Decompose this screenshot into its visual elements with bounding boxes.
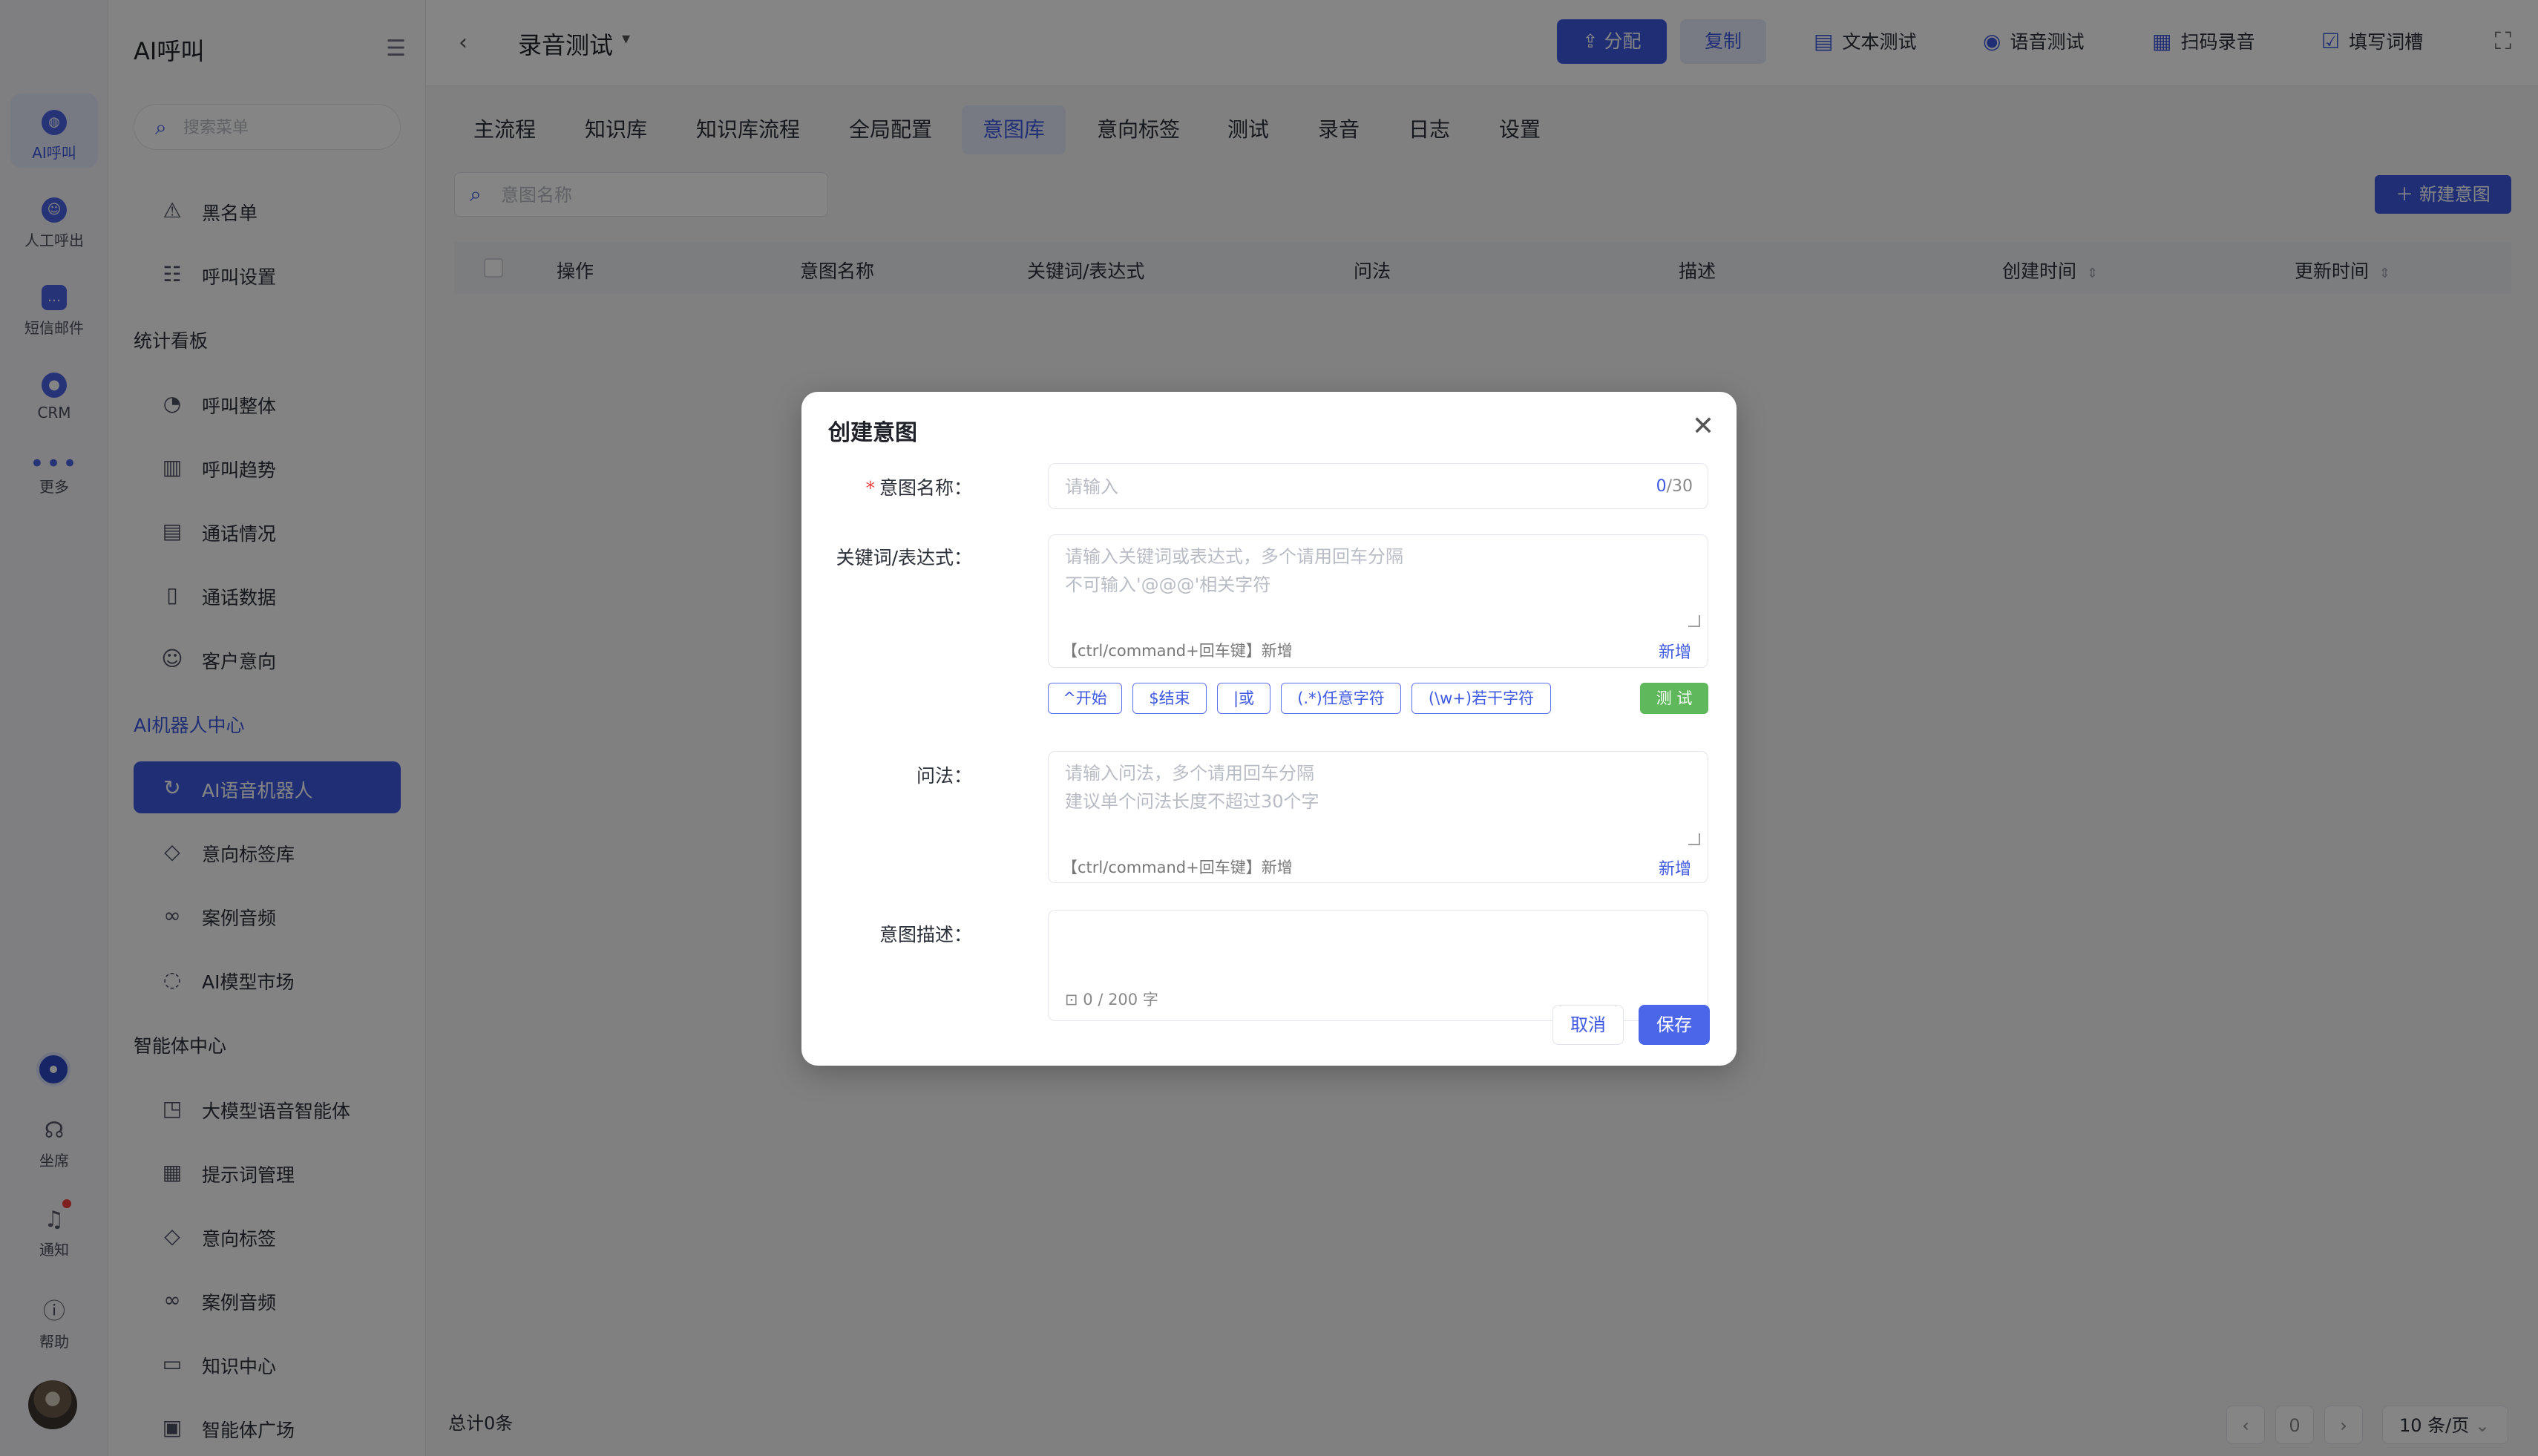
app-root: ◍ AI呼叫 ☺ 人工呼出 … 短信邮件 ● CRM ••• 更多 ☊ 坐席 ♫… xyxy=(0,0,2538,1456)
question-add-link[interactable]: 新增 xyxy=(1659,856,1691,879)
char-count: 0 xyxy=(1656,477,1667,496)
keyword-label: 关键词/表达式： xyxy=(836,547,972,568)
chip-end[interactable]: $结束 xyxy=(1132,683,1207,714)
intent-name-label-text: 意图名称： xyxy=(879,477,972,499)
chip-any-char[interactable]: (.*)任意字符 xyxy=(1281,683,1401,714)
close-icon[interactable]: ✕ xyxy=(1692,411,1714,442)
modal-title: 创建意图 xyxy=(828,420,917,446)
description-counter: ⊡ 0 / 200 字 xyxy=(1065,991,1158,1009)
create-intent-modal: 创建意图 ✕ *意图名称： 0/30 关键词/表达式： 【ctrl/comman… xyxy=(801,392,1737,1066)
keyword-add-link[interactable]: 新增 xyxy=(1659,639,1691,663)
intent-name-counter: 0/30 xyxy=(1656,477,1693,496)
char-max: /30 xyxy=(1666,477,1693,496)
chip-start[interactable]: ^开始 xyxy=(1048,683,1122,714)
chip-or[interactable]: |或 xyxy=(1217,683,1270,714)
chip-words[interactable]: (\w+)若干字符 xyxy=(1411,683,1551,714)
intent-name-field: 0/30 xyxy=(1048,463,1708,509)
resize-handle-icon[interactable] xyxy=(1688,833,1700,845)
question-label: 问法： xyxy=(916,765,972,787)
cancel-button[interactable]: 取消 xyxy=(1552,1005,1624,1045)
description-label: 意图描述： xyxy=(879,924,972,945)
description-counter-text: 0 / 200 字 xyxy=(1083,991,1158,1009)
keyword-field: 【ctrl/command+回车键】新增 新增 xyxy=(1048,534,1708,668)
keyword-hint: 【ctrl/command+回车键】新增 xyxy=(1062,642,1293,660)
save-button[interactable]: 保存 xyxy=(1639,1005,1710,1045)
required-mark: * xyxy=(865,477,875,499)
question-field: 【ctrl/command+回车键】新增 新增 xyxy=(1048,751,1708,883)
test-button[interactable]: 测 试 xyxy=(1640,683,1708,714)
keyword-textarea[interactable] xyxy=(1065,542,1693,624)
question-hint: 【ctrl/command+回车键】新增 xyxy=(1062,859,1293,876)
question-textarea[interactable] xyxy=(1065,759,1693,841)
intent-name-input[interactable] xyxy=(1065,471,1629,502)
resize-handle-icon[interactable] xyxy=(1688,615,1700,627)
intent-name-label: * 意图名称： xyxy=(865,473,972,500)
